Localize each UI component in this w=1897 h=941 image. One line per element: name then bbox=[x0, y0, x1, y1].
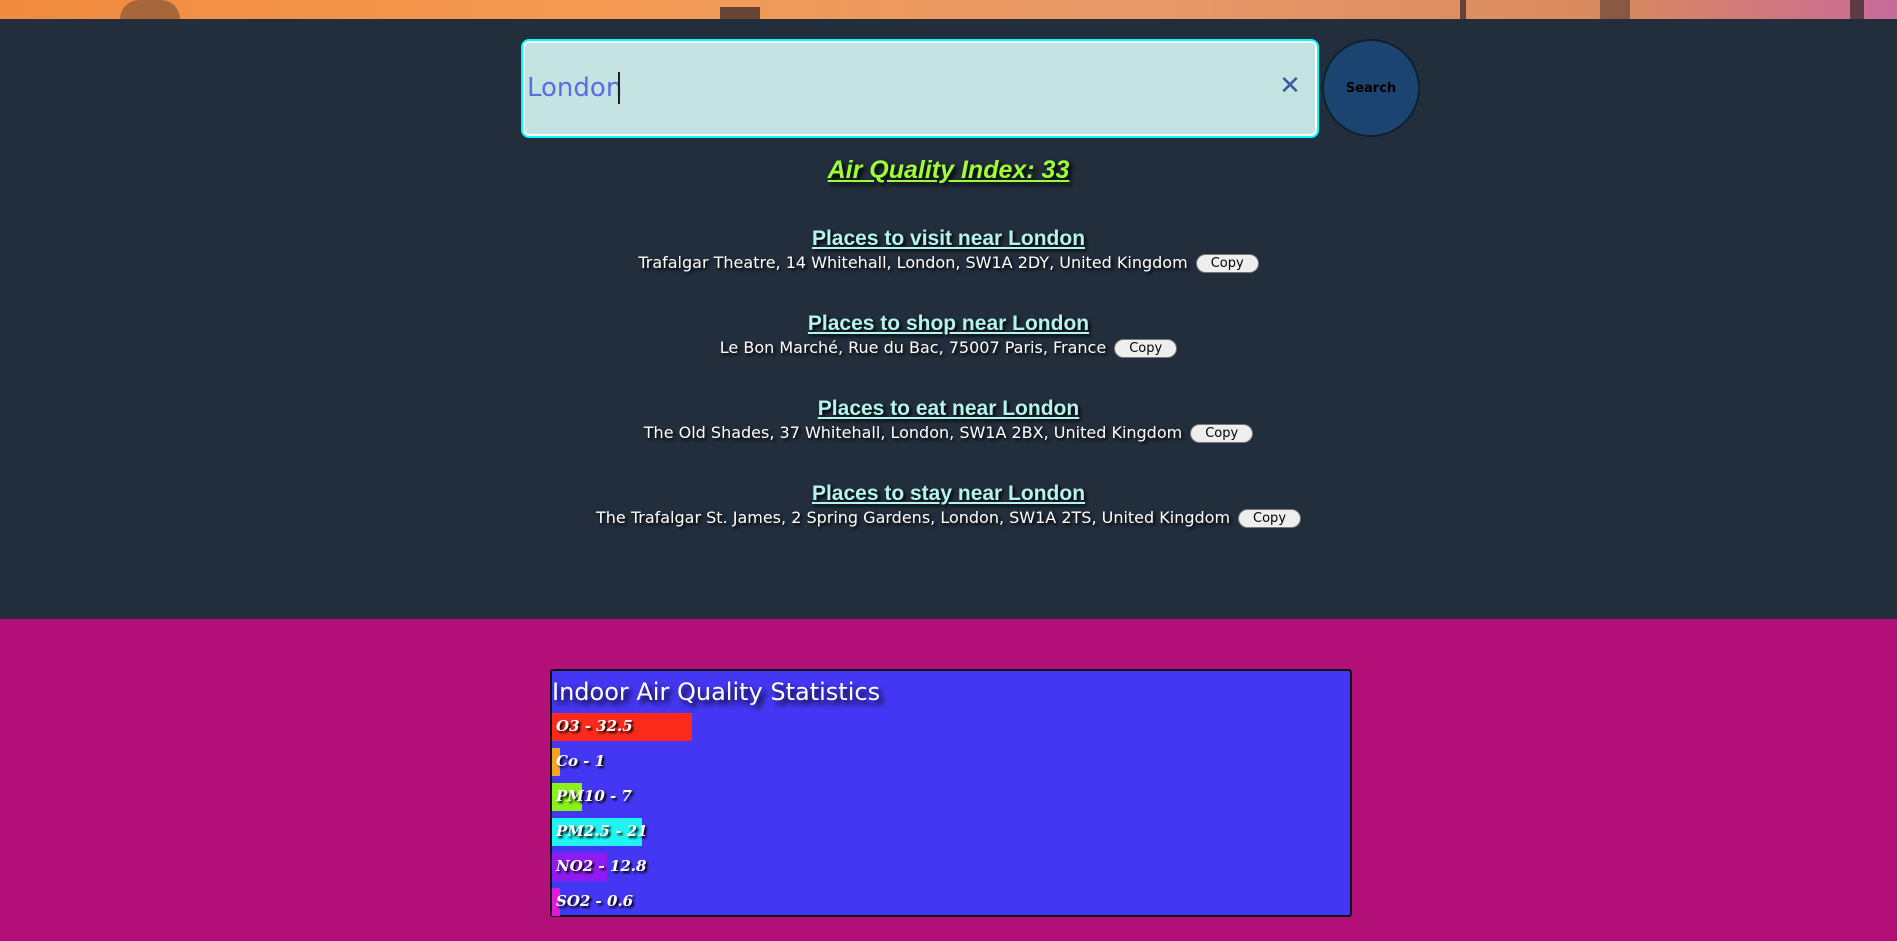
search-box[interactable]: ✕ bbox=[521, 39, 1319, 138]
copy-button[interactable]: Copy bbox=[1114, 339, 1178, 358]
place-visit: Places to visit near London Trafalgar Th… bbox=[0, 227, 1897, 275]
search-input[interactable] bbox=[527, 63, 1227, 113]
bar-label: NO2 - 12.8 bbox=[556, 857, 647, 875]
bar-label: PM10 - 7 bbox=[556, 787, 632, 805]
copy-button[interactable]: Copy bbox=[1238, 509, 1302, 528]
place-address: Le Bon Marché, Rue du Bac, 75007 Paris, … bbox=[719, 338, 1107, 357]
search-button[interactable]: Search bbox=[1322, 39, 1420, 137]
bar-label: O3 - 32.5 bbox=[556, 717, 633, 735]
place-title: Places to eat near London bbox=[817, 397, 1080, 420]
copy-button[interactable]: Copy bbox=[1195, 254, 1259, 273]
place-address: The Old Shades, 37 Whitehall, London, SW… bbox=[643, 423, 1183, 442]
text-caret bbox=[618, 72, 620, 104]
bar-label: PM2.5 - 21 bbox=[556, 822, 648, 840]
place-stay: Places to stay near London The Trafalgar… bbox=[0, 482, 1897, 530]
place-address: Trafalgar Theatre, 14 Whitehall, London,… bbox=[638, 253, 1188, 272]
place-title: Places to stay near London bbox=[811, 482, 1086, 505]
hero-banner bbox=[0, 0, 1897, 19]
bar-label: Co - 1 bbox=[556, 752, 606, 770]
place-title: Places to shop near London bbox=[807, 312, 1090, 335]
place-title: Places to visit near London bbox=[811, 227, 1086, 250]
close-icon[interactable]: ✕ bbox=[1277, 69, 1303, 103]
place-shop: Places to shop near London Le Bon Marché… bbox=[0, 312, 1897, 360]
bar-label: SO2 - 0.6 bbox=[556, 892, 634, 910]
chart-title: Indoor Air Quality Statistics bbox=[552, 678, 881, 706]
indoor-air-quality-chart: Indoor Air Quality Statistics O3 - 32.5 C… bbox=[550, 669, 1352, 917]
place-address: The Trafalgar St. James, 2 Spring Garden… bbox=[595, 508, 1231, 527]
place-eat: Places to eat near London The Old Shades… bbox=[0, 397, 1897, 445]
copy-button[interactable]: Copy bbox=[1190, 424, 1254, 443]
air-quality-index: Air Quality Index: 33 bbox=[827, 156, 1070, 184]
